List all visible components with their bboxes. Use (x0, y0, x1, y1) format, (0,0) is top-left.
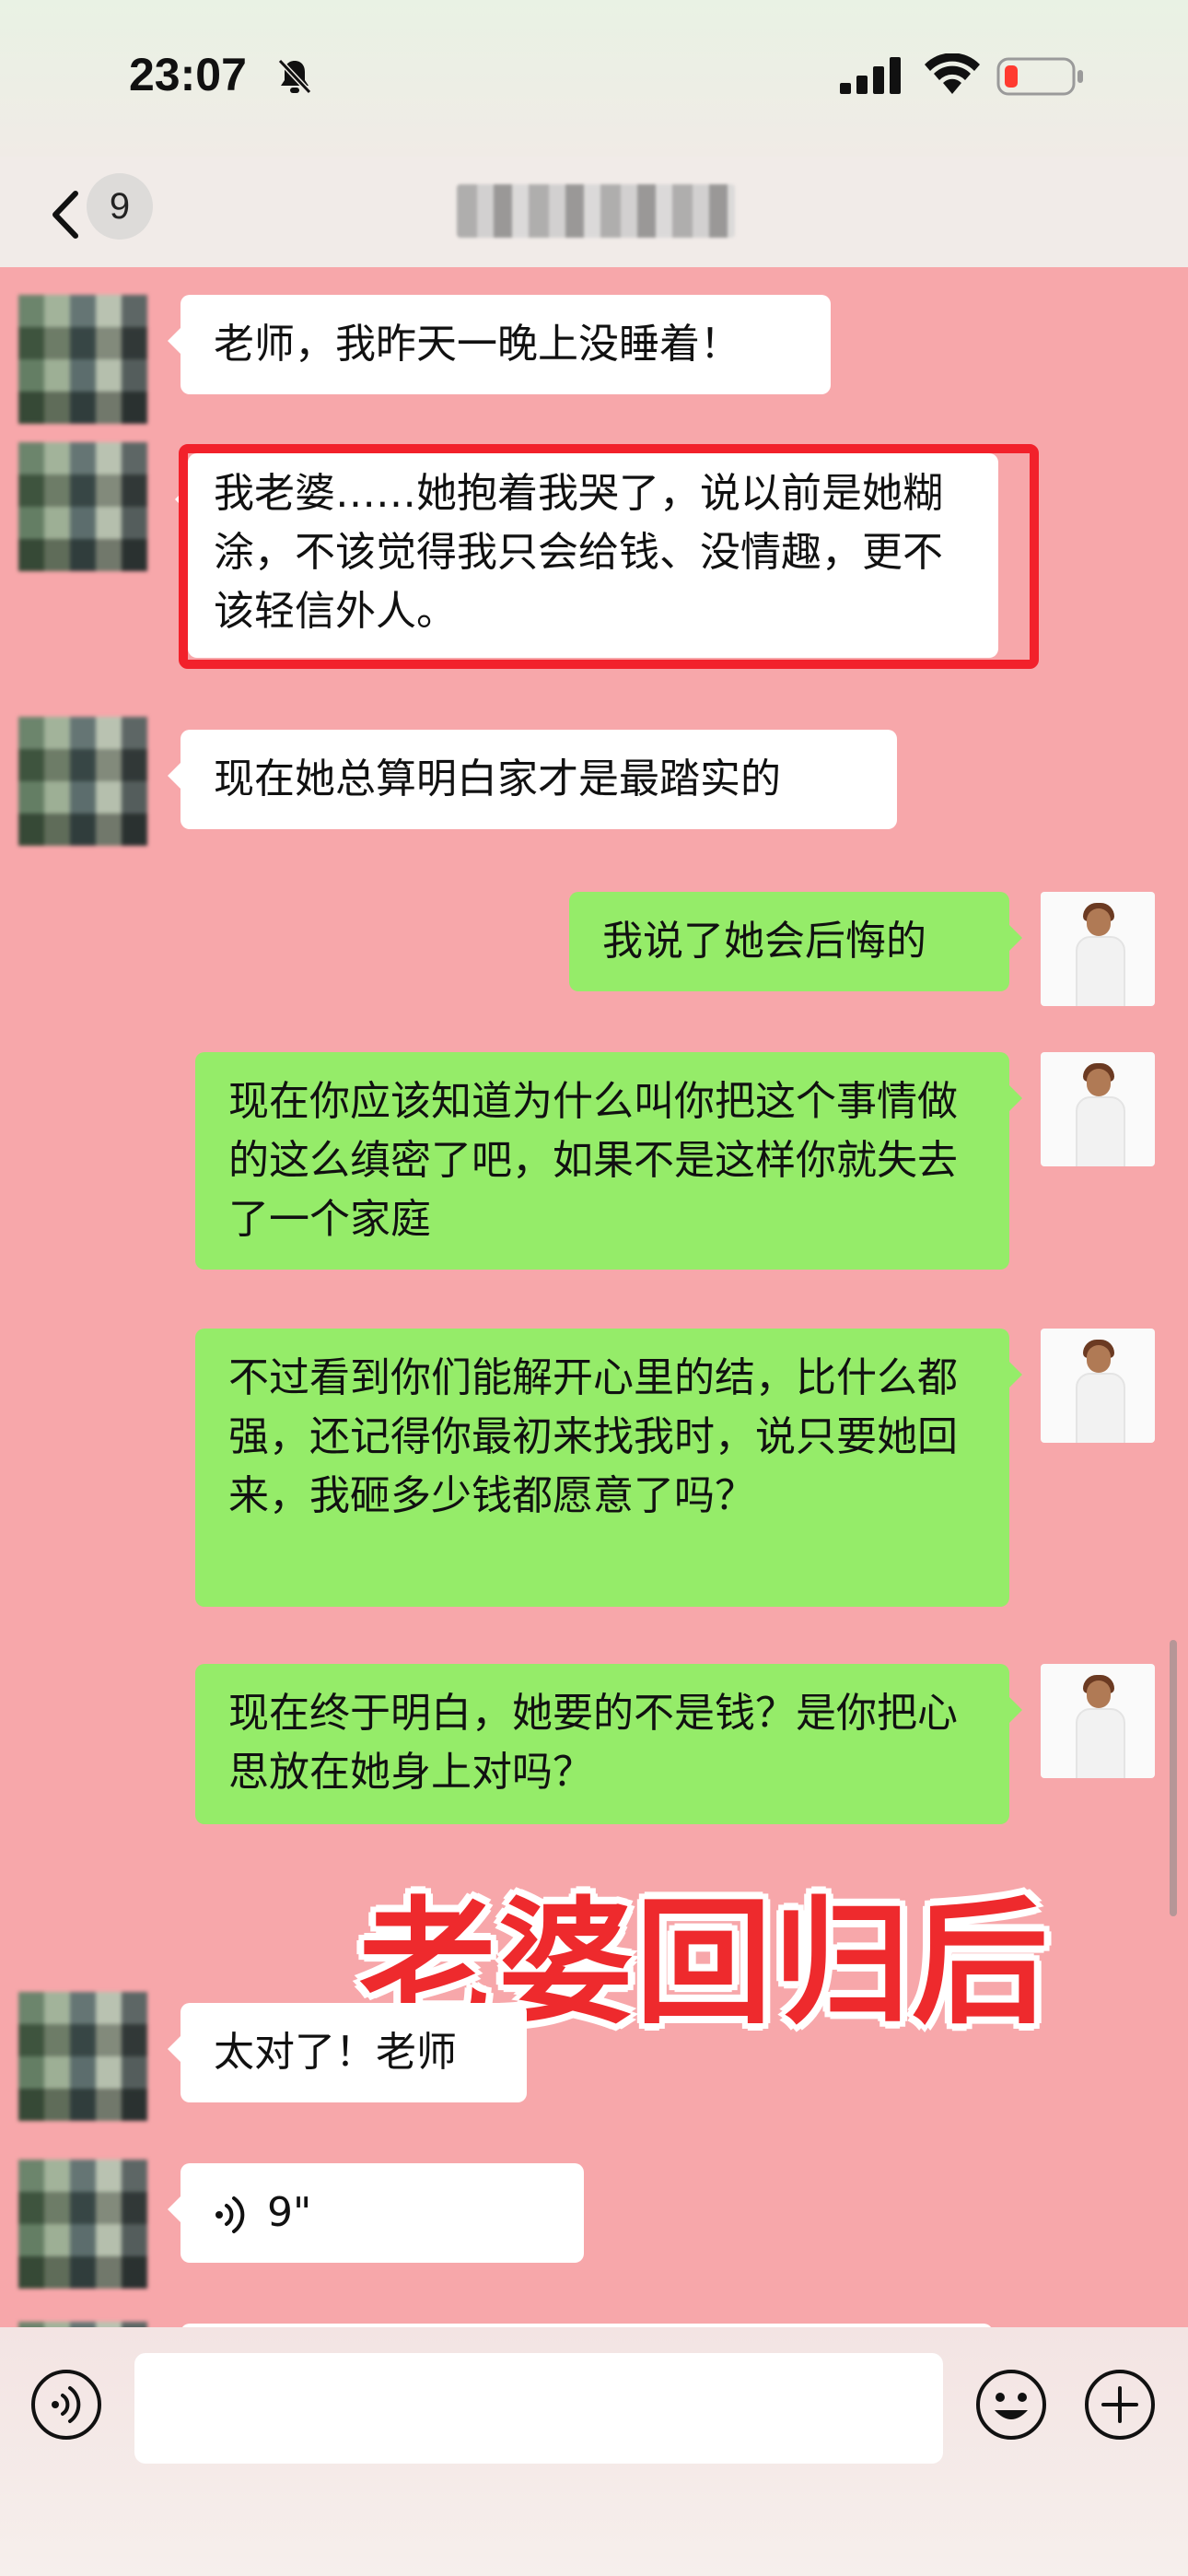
contact-avatar[interactable] (18, 1992, 147, 2121)
chat-message-list[interactable]: 让爱重燃 老师，我昨天一晚上没睡着！ 我老婆……她抱着我哭了，说以前是她糊涂，不… (0, 267, 1188, 2327)
contact-avatar[interactable] (18, 717, 147, 846)
wifi-icon (925, 53, 980, 94)
voice-message-bubble[interactable]: 9" (168, 2163, 584, 2263)
status-time: 23:07 (129, 49, 247, 100)
message-bubble-received[interactable]: 太对了！老师 (168, 2003, 527, 2102)
unread-count-badge[interactable]: 9 (87, 173, 153, 240)
message-bubble-sent[interactable]: 我说了她会后悔的 (569, 892, 1022, 991)
voice-wave-icon (215, 2196, 245, 2233)
user-avatar[interactable] (1041, 1052, 1155, 1166)
user-avatar[interactable] (1041, 892, 1155, 1006)
message-input-field[interactable] (134, 2353, 943, 2464)
message-bubble-received[interactable]: 老师，我昨天一晚上没睡着！ (168, 295, 831, 394)
chat-scrollbar[interactable] (1170, 1640, 1177, 1916)
status-bar: 23:07 (0, 0, 1188, 157)
plus-circle-icon[interactable] (1083, 2368, 1157, 2441)
contact-avatar[interactable] (18, 295, 147, 424)
user-avatar[interactable] (1041, 1329, 1155, 1443)
highlight-frame (179, 444, 1039, 669)
message-input-bar (0, 2327, 1188, 2576)
voice-duration: 9" (267, 2189, 312, 2236)
message-bubble-sent[interactable]: 现在你应该知道为什么叫你把这个事情做的这么缜密了吧，如果不是这样你就失去了一个家… (195, 1052, 1022, 1270)
voice-toggle-icon[interactable] (29, 2368, 103, 2441)
chat-title-blurred (457, 184, 735, 238)
bell-slash-icon (277, 58, 312, 95)
cellular-signal-icon (840, 57, 901, 94)
user-avatar[interactable] (1041, 1664, 1155, 1778)
message-bubble-sent[interactable]: 不过看到你们能解开心里的结，比什么都强，还记得你最初来找我时，说只要她回来，我砸… (195, 1329, 1022, 1607)
contact-avatar[interactable] (18, 442, 147, 571)
battery-low-icon (996, 57, 1083, 96)
emoji-smile-icon[interactable] (974, 2368, 1048, 2441)
message-bubble-received[interactable]: 现在她总算明白家才是最踏实的 (168, 730, 897, 829)
message-bubble-sent[interactable]: 现在终于明白，她要的不是钱？是你把心思放在她身上对吗？ (195, 1664, 1022, 1824)
contact-avatar[interactable] (18, 2160, 147, 2289)
